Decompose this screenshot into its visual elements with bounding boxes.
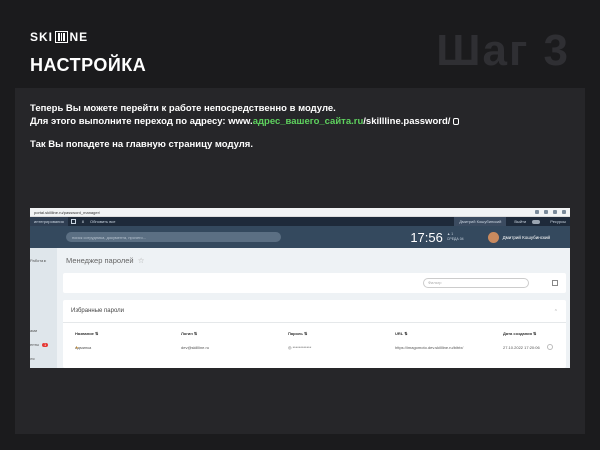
row-url[interactable]: https://imagomoto.dev.skillline.ru/bitri… bbox=[395, 345, 463, 350]
window-icon bbox=[70, 219, 76, 224]
instructions: Теперь Вы можете перейти к работе непоср… bbox=[30, 102, 460, 128]
sidebar-item[interactable]: ля bbox=[30, 356, 35, 361]
logo-text-left: SKI bbox=[30, 30, 54, 44]
module-screenshot: portal.skillline.ru/password_manager/ ин… bbox=[30, 208, 570, 368]
main-area: Менеджер паролей ☆ Фильтр Избранные паро… bbox=[57, 248, 570, 368]
browser-url-bar: portal.skillline.ru/password_manager/ bbox=[30, 208, 570, 217]
logo-text-right: NE bbox=[69, 30, 89, 44]
module-path: /skillline.password/ bbox=[363, 116, 451, 127]
favorite-star-icon[interactable]: ☆ bbox=[138, 256, 145, 265]
password-manager-title: Менеджер паролей ☆ bbox=[66, 256, 144, 265]
column-header-date[interactable]: Дата создания ⇅ bbox=[503, 331, 536, 336]
browser-icon bbox=[562, 210, 566, 214]
skillline-logo: SKI NE bbox=[30, 30, 88, 44]
portal-content: Работа ▸ ами енты 1 ля Менеджер паролей ☆… bbox=[30, 248, 570, 368]
browser-url: portal.skillline.ru/password_manager/ bbox=[34, 209, 101, 215]
clock-time: 17:56 bbox=[410, 229, 443, 245]
topbar-counter[interactable]: 8 bbox=[82, 219, 84, 224]
filter-bar: Фильтр bbox=[63, 273, 566, 293]
portal-header: поиск сотрудника, документа, прочего... … bbox=[30, 226, 570, 248]
instruction-line-2: Для этого выполните переход по адресу: w… bbox=[30, 115, 460, 128]
favorites-section: Избранные пароли ⌃ Название ⇅ Логин ⇅ Па… bbox=[63, 300, 566, 368]
row-name: Админка bbox=[75, 345, 92, 350]
module-title: Менеджер паролей bbox=[66, 256, 134, 265]
filter-input[interactable]: Фильтр bbox=[423, 278, 529, 288]
avatar[interactable] bbox=[487, 231, 499, 243]
column-header-name[interactable]: Название ⇅ bbox=[75, 331, 98, 336]
row-login: dev@skillline.ru bbox=[181, 345, 210, 350]
topbar-item[interactable]: интегрирования bbox=[30, 217, 68, 226]
settings-icon[interactable] bbox=[552, 280, 558, 286]
refresh-all[interactable]: Обновить все bbox=[90, 219, 116, 224]
row-date: 27.10.2022 17:20:06 bbox=[503, 345, 540, 350]
sidebar-item-label: енты bbox=[30, 342, 40, 347]
row-action-icon[interactable] bbox=[547, 344, 553, 350]
left-sidebar: Работа ▸ ами енты 1 ля bbox=[30, 248, 57, 368]
browser-icon bbox=[535, 210, 539, 214]
header-user-name[interactable]: Дмитрий Кошубинский bbox=[503, 235, 550, 240]
sidebar-item[interactable]: ами bbox=[30, 328, 37, 333]
portal-topbar: интегрирования 8 Обновить все Дмитрий Ко… bbox=[30, 217, 570, 226]
site-address-placeholder: адрес_вашего_сайта.ru bbox=[252, 116, 364, 127]
cursor-icon bbox=[453, 118, 460, 125]
instruction-prefix: Для этого выполните переход по адресу: w… bbox=[30, 116, 253, 127]
step-label: Шаг 3 bbox=[436, 26, 570, 75]
divider bbox=[63, 322, 566, 323]
page-title: НАСТРОЙКА bbox=[30, 55, 147, 75]
browser-icon bbox=[553, 210, 557, 214]
topbar-user[interactable]: Дмитрий Кошубинский bbox=[454, 217, 507, 226]
notification-badge: 1 bbox=[42, 343, 49, 347]
column-header-password[interactable]: Пароль ⇅ bbox=[288, 331, 307, 336]
date-block: ▲ 1 СРЕДА 04 bbox=[447, 232, 464, 242]
instruction-line-3: Так Вы попадете на главную страницу моду… bbox=[30, 139, 253, 150]
column-header-login[interactable]: Логин ⇅ bbox=[181, 331, 197, 336]
column-header-url[interactable]: URL ⇅ bbox=[395, 331, 408, 336]
logo-bars-icon bbox=[55, 31, 68, 43]
collapse-chevron-icon[interactable]: ⌃ bbox=[554, 309, 558, 315]
toggle-switch[interactable] bbox=[532, 219, 541, 224]
date-bottom: СРЕДА 04 bbox=[446, 237, 464, 241]
resources-link[interactable]: Ресурсы bbox=[550, 219, 566, 224]
instruction-line-1: Теперь Вы можете перейти к работе непоср… bbox=[30, 103, 336, 114]
sidebar-item-work[interactable]: Работа ▸ bbox=[30, 258, 46, 263]
logout-link[interactable]: Выйти bbox=[514, 219, 526, 224]
sidebar-item-documents[interactable]: енты 1 bbox=[30, 342, 49, 347]
favorites-title: Избранные пароли bbox=[71, 308, 125, 314]
browser-icon bbox=[544, 210, 548, 214]
portal-search-input[interactable]: поиск сотрудника, документа, прочего... bbox=[66, 232, 281, 242]
row-password: ◎ ************ bbox=[288, 345, 312, 350]
